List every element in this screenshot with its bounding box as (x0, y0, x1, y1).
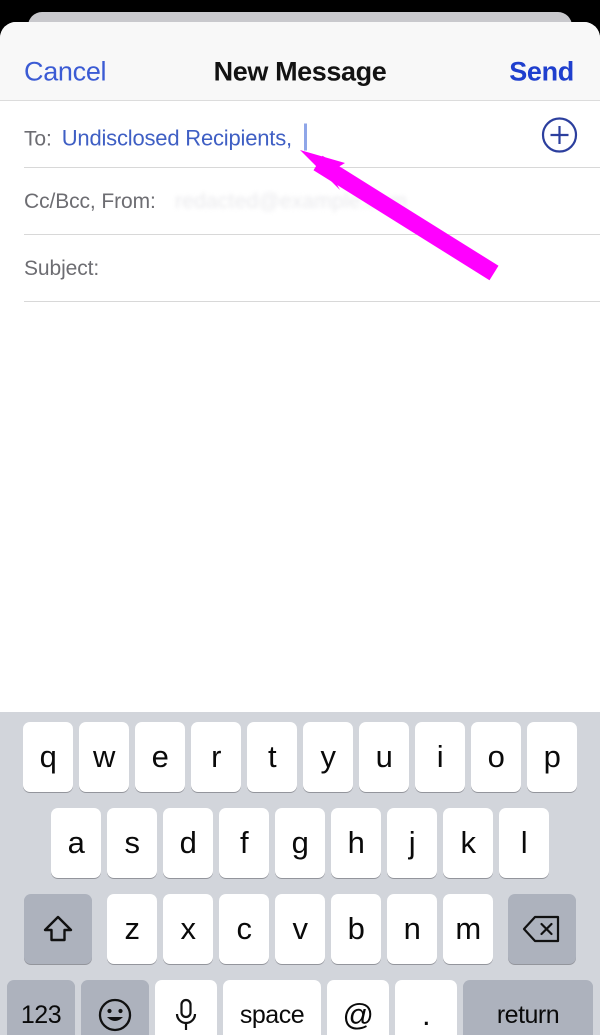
message-body-area[interactable] (0, 302, 600, 690)
key-j[interactable]: j (387, 808, 437, 878)
key-a[interactable]: a (51, 808, 101, 878)
emoji-key[interactable] (81, 980, 149, 1035)
to-field-value: Undisclosed Recipients, (61, 125, 292, 150)
numbers-key[interactable]: 123 (7, 980, 75, 1035)
key-w[interactable]: w (79, 722, 129, 792)
shift-key[interactable] (24, 894, 92, 964)
keyboard-row-2: a s d f g h j k l (0, 808, 600, 878)
cc-bcc-from-label: Cc/Bcc, From: (24, 189, 156, 213)
key-c[interactable]: c (219, 894, 269, 964)
shift-arrow-icon (41, 912, 75, 946)
phone-screenshot: Cancel New Message Send To: Undisclosed … (0, 0, 600, 1035)
subject-field-label: Subject: (24, 256, 100, 280)
key-z[interactable]: z (107, 894, 157, 964)
key-x[interactable]: x (163, 894, 213, 964)
microphone-icon (171, 997, 201, 1033)
to-field-row[interactable]: To: Undisclosed Recipients, (0, 101, 600, 168)
key-d[interactable]: d (163, 808, 213, 878)
period-key[interactable]: . (395, 980, 457, 1035)
key-m[interactable]: m (443, 894, 493, 964)
text-cursor (303, 123, 307, 150)
compose-header-fields: To: Undisclosed Recipients, Cc/Bcc, From… (0, 101, 600, 302)
key-l[interactable]: l (499, 808, 549, 878)
key-y[interactable]: y (303, 722, 353, 792)
send-button[interactable]: Send (509, 57, 574, 88)
plus-circle-icon[interactable] (541, 116, 578, 153)
key-q[interactable]: q (23, 722, 73, 792)
key-r[interactable]: r (191, 722, 241, 792)
key-u[interactable]: u (359, 722, 409, 792)
key-g[interactable]: g (275, 808, 325, 878)
key-i[interactable]: i (415, 722, 465, 792)
keyboard-row-1: q w e r t y u i o p (0, 722, 600, 792)
key-o[interactable]: o (471, 722, 521, 792)
key-b[interactable]: b (331, 894, 381, 964)
return-key[interactable]: return (463, 980, 593, 1035)
smiley-face-icon (97, 997, 133, 1033)
key-h[interactable]: h (331, 808, 381, 878)
backspace-icon (522, 914, 562, 944)
cc-bcc-from-field-row[interactable]: Cc/Bcc, From: redacted@example.com (0, 168, 600, 235)
keyboard-row-4: 123 space @ . return (0, 980, 600, 1035)
space-key[interactable]: space (223, 980, 321, 1035)
onscreen-keyboard: q w e r t y u i o p a s d f g h j k l z … (0, 712, 600, 1035)
subject-field-row[interactable]: Subject: (0, 235, 600, 302)
dictation-key[interactable] (155, 980, 217, 1035)
delete-key[interactable] (508, 894, 576, 964)
to-field-label: To: (24, 127, 52, 150)
key-n[interactable]: n (387, 894, 437, 964)
key-s[interactable]: s (107, 808, 157, 878)
key-f[interactable]: f (219, 808, 269, 878)
redacted-from-address: redacted@example.com (175, 189, 407, 213)
key-p[interactable]: p (527, 722, 577, 792)
key-t[interactable]: t (247, 722, 297, 792)
key-v[interactable]: v (275, 894, 325, 964)
at-key[interactable]: @ (327, 980, 389, 1035)
compose-navigation-bar: Cancel New Message Send (0, 22, 600, 101)
compose-sheet: Cancel New Message Send To: Undisclosed … (0, 22, 600, 1035)
key-e[interactable]: e (135, 722, 185, 792)
keyboard-row-3: z x c v b n m (0, 894, 600, 964)
key-k[interactable]: k (443, 808, 493, 878)
